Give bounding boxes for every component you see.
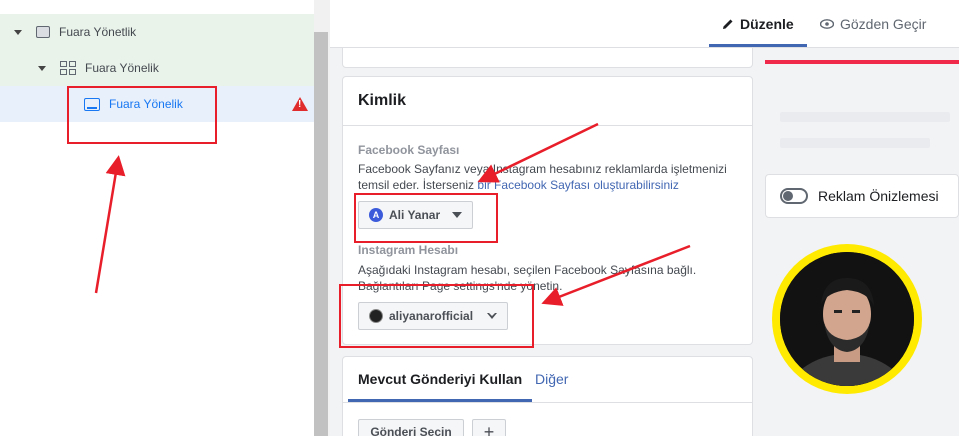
- profile-avatar: [772, 244, 922, 394]
- instagram-account-label: Instagram Hesabı: [358, 243, 459, 257]
- campaign-folder-icon: [36, 26, 50, 38]
- tree-top-strip: [0, 0, 314, 14]
- post-card: Mevcut Gönderiyi Kullan Diğer Gönderi Se…: [342, 356, 753, 436]
- tab-edit[interactable]: Düzenle: [722, 16, 794, 32]
- eye-icon: [820, 19, 834, 29]
- identity-title: Kimlik: [358, 92, 407, 109]
- tab-other[interactable]: Diğer: [535, 371, 568, 387]
- divider: [343, 402, 752, 403]
- loading-placeholder: [780, 138, 930, 148]
- tab-use-existing-post[interactable]: Mevcut Gönderiyi Kullan: [358, 371, 522, 387]
- tab-edit-label: Düzenle: [740, 16, 794, 32]
- error-indicator-bar: [765, 60, 959, 64]
- campaign-tree-panel: Fuara Yönetlik Fuara Yönelik Fuara Yönel…: [0, 0, 330, 436]
- tree-item-campaign[interactable]: Fuara Yönetlik: [0, 14, 314, 50]
- ad-preview-toggle[interactable]: Reklam Önizlemesi: [765, 174, 959, 218]
- annotation-box-facebook-page: [354, 193, 498, 243]
- create-facebook-page-link[interactable]: bir Facebook Sayfası oluşturabilirsiniz: [477, 178, 678, 192]
- tree-item-adset-label: Fuara Yönelik: [85, 61, 159, 75]
- divider: [343, 125, 752, 126]
- profile-photo-illustration: [780, 252, 914, 386]
- caret-down-icon[interactable]: [38, 65, 46, 71]
- active-tab-underline: [709, 44, 807, 47]
- profile-photo: [780, 252, 914, 386]
- annotation-box-ad: [67, 86, 217, 144]
- caret-down-icon[interactable]: [14, 29, 22, 35]
- tree-item-campaign-label: Fuara Yönetlik: [59, 25, 137, 39]
- warning-icon[interactable]: [292, 97, 308, 111]
- add-button[interactable]: +: [472, 419, 506, 436]
- tab-review[interactable]: Gözden Geçir: [820, 16, 926, 32]
- pencil-icon: [723, 19, 733, 29]
- facebook-page-description: Facebook Sayfanız veya Instagram hesabın…: [358, 162, 727, 192]
- adset-grid-icon: [60, 61, 76, 75]
- annotation-box-instagram-account: [339, 284, 534, 348]
- toggle-switch[interactable]: [780, 188, 808, 204]
- tree-scrollbar-thumb[interactable]: [314, 32, 328, 436]
- facebook-page-label: Facebook Sayfası: [358, 143, 460, 157]
- tab-review-label: Gözden Geçir: [840, 16, 927, 32]
- loading-placeholder: [780, 112, 950, 122]
- ad-preview-toggle-label: Reklam Önizlemesi: [818, 188, 939, 204]
- select-post-button[interactable]: Gönderi Seçin: [358, 419, 464, 436]
- tree-item-adset[interactable]: Fuara Yönelik: [0, 50, 314, 86]
